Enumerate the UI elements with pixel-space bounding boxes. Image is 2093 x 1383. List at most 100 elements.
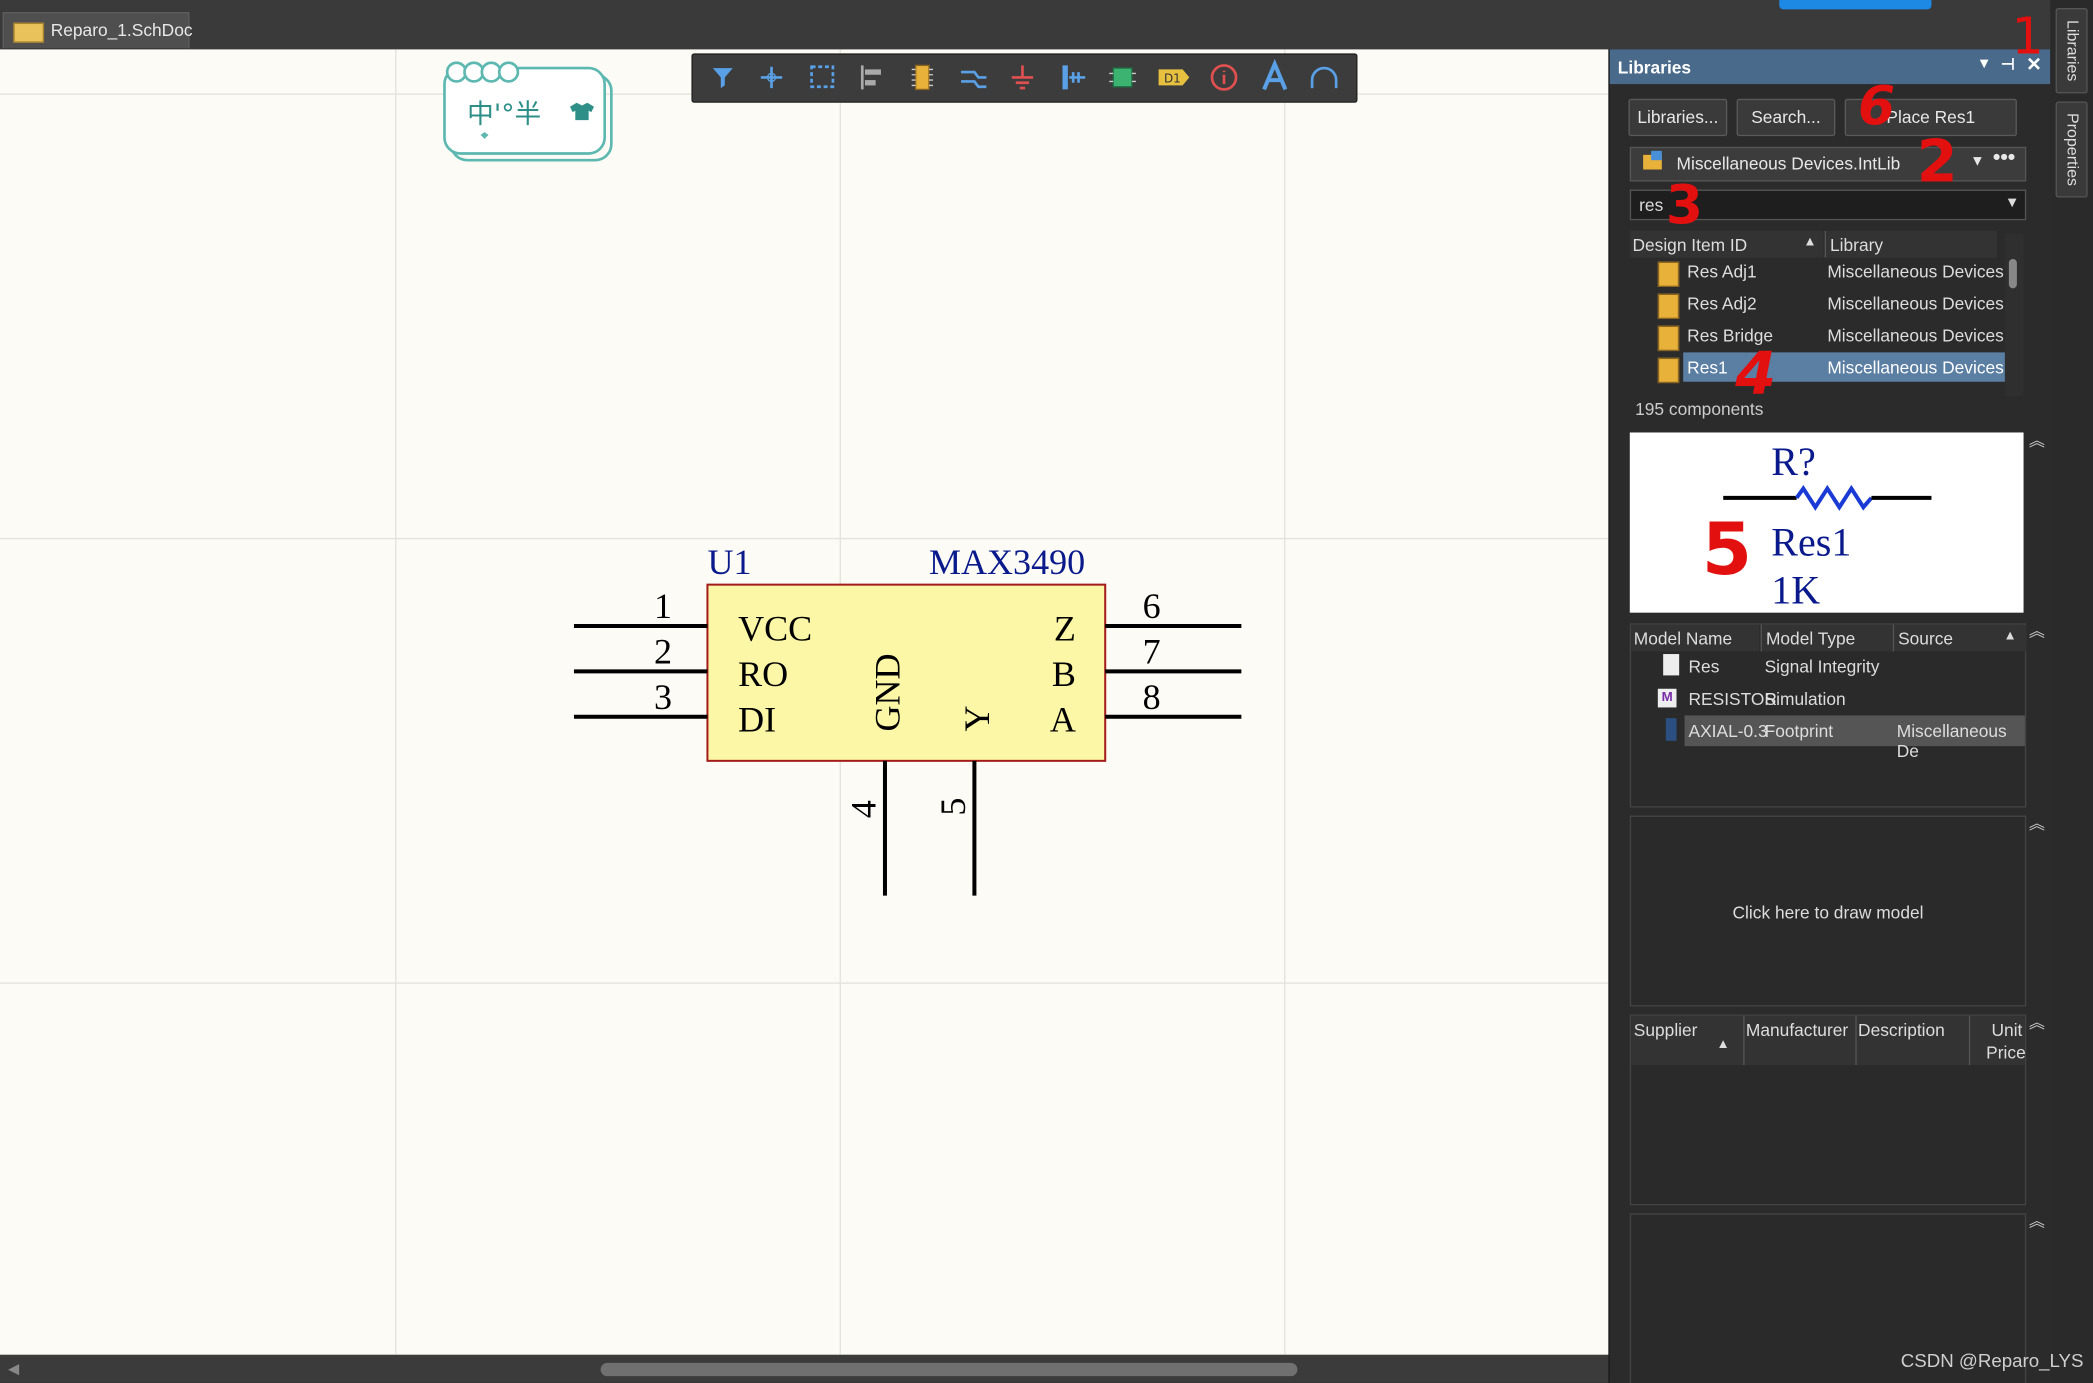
sort-asc-icon: ▲ xyxy=(2003,628,2017,644)
watermark: CSDN @Reparo_LYS xyxy=(1900,1349,2084,1371)
libraries-button[interactable]: Libraries... xyxy=(1628,98,1728,137)
vertical-scrollbar[interactable] xyxy=(2004,233,2024,397)
pin-name: B xyxy=(1052,654,1076,694)
annotation-6: 6 xyxy=(1858,76,1896,138)
scroll-thumb[interactable] xyxy=(2008,258,2017,289)
column-header-label: Model Type xyxy=(1765,628,1856,649)
pin-name: DI xyxy=(738,699,776,739)
side-tab-label: Libraries xyxy=(2063,20,2083,82)
supplier-header-row: Supplier ▲ Manufacturer Description Unit… xyxy=(1631,1015,2026,1066)
column-divider xyxy=(1855,1015,1857,1066)
scroll-thumb[interactable] xyxy=(600,1362,1298,1377)
column-header-design-item-id[interactable]: Design Item ID ▲ xyxy=(1629,230,1824,258)
align-icon[interactable] xyxy=(852,59,892,96)
table-row-selected[interactable]: Res1 Miscellaneous Devices xyxy=(1630,352,2005,384)
model-preview-area[interactable]: Click here to draw model xyxy=(1629,815,2027,1007)
top-blue-button[interactable] xyxy=(1779,0,1932,10)
pin-name: A xyxy=(1050,699,1076,739)
side-tab-libraries[interactable]: Libraries xyxy=(2055,8,2088,94)
column-header-library[interactable]: Library xyxy=(1824,230,1997,258)
panel-title: Libraries xyxy=(1617,57,1692,78)
row-library: Miscellaneous Devices xyxy=(1827,325,2004,346)
arc-icon[interactable] xyxy=(1304,59,1344,96)
chevron-down-icon[interactable]: ▼ xyxy=(1970,154,1985,170)
model-row[interactable]: M RESISTOR Simulation xyxy=(1631,683,2025,715)
net-label-icon-text: D1 xyxy=(1164,72,1181,86)
panel-menu-icon[interactable]: ▼ xyxy=(1977,56,1992,72)
crosshair-icon[interactable] xyxy=(751,59,791,96)
max3490-component[interactable]: U1 MAX3490 1 2 3 VCC RO DI 6 7 8 Z B A 4… xyxy=(0,49,1608,1354)
filter-icon[interactable] xyxy=(702,59,742,96)
sheet-icon[interactable] xyxy=(1103,59,1143,96)
preview-value: 1K xyxy=(1771,567,1820,612)
horizontal-scrollbar[interactable]: ◀ xyxy=(0,1354,1609,1383)
signal-integrity-icon xyxy=(1663,654,1680,676)
table-row[interactable]: Res Adj2 Miscellaneous Devices xyxy=(1630,288,2005,320)
collapse-icon[interactable]: ︽ xyxy=(2029,428,2045,451)
select-rect-icon[interactable] xyxy=(802,59,842,96)
column-header-label: Source xyxy=(1898,628,1954,649)
row-id: Res1 xyxy=(1687,357,1728,378)
model-row[interactable]: Res Signal Integrity xyxy=(1631,651,2025,683)
footprint-icon xyxy=(1665,718,1677,741)
draw-model-text: Click here to draw model xyxy=(1732,902,1924,923)
column-divider xyxy=(1743,1015,1745,1066)
model-type: Signal Integrity xyxy=(1764,656,1880,677)
stamp-text: 中'°半 xyxy=(467,99,541,130)
column-header-unit[interactable]: Unit xyxy=(1992,1020,2023,1040)
model-name: Res xyxy=(1688,656,1720,677)
side-tab-strip: Libraries Properties xyxy=(2050,0,2093,1383)
row-library: Miscellaneous Devices xyxy=(1827,357,2004,378)
row-id: Res Adj2 xyxy=(1687,293,1757,314)
text-icon[interactable] xyxy=(1255,58,1295,96)
component-icon xyxy=(1657,357,1680,384)
net-label-icon[interactable]: D1 xyxy=(1153,59,1193,96)
wire-icon[interactable] xyxy=(953,59,993,96)
table-row[interactable]: Res Adj1 Miscellaneous Devices xyxy=(1630,256,2005,288)
column-header-source[interactable]: Source ▲ xyxy=(1892,624,2027,652)
row-library: Miscellaneous Devices xyxy=(1827,261,2004,282)
annotation-2: 2 xyxy=(1916,128,1958,197)
component-icon xyxy=(1657,293,1680,320)
model-type: Simulation xyxy=(1764,688,1846,709)
pin-name: VCC xyxy=(738,609,812,649)
supplier-section: Supplier ▲ Manufacturer Description Unit… xyxy=(1629,1014,2027,1206)
side-tab-properties[interactable]: Properties xyxy=(2055,101,2088,198)
info-icon[interactable] xyxy=(1204,59,1244,96)
column-divider xyxy=(1968,1015,1971,1066)
collapse-icon[interactable]: ︽ xyxy=(2029,1209,2045,1232)
column-header-description[interactable]: Description xyxy=(1858,1020,1945,1040)
search-button[interactable]: Search... xyxy=(1736,98,1836,137)
table-row[interactable]: Res Bridge Miscellaneous Devices xyxy=(1630,320,2005,352)
libraries-panel: Libraries ▼ ⊣ ✕ Libraries... Search... P… xyxy=(1608,49,2051,1383)
model-source: Miscellaneous De xyxy=(1896,720,2007,761)
pin-number: 6 xyxy=(1143,586,1161,626)
side-tab-label: Properties xyxy=(2063,112,2083,186)
part-icon[interactable] xyxy=(902,59,942,96)
document-tab[interactable]: Reparo_1.SchDoc xyxy=(2,12,193,49)
model-row[interactable]: AXIAL-0.3 Footprint Miscellaneous De xyxy=(1631,715,2025,761)
collapse-icon[interactable]: ︽ xyxy=(2029,1010,2045,1033)
column-header-price[interactable]: Price xyxy=(1986,1042,2026,1062)
column-header-model-type[interactable]: Model Type xyxy=(1760,624,1893,652)
models-section: Model Name Model Type Source ▲ Res Signal… xyxy=(1629,623,2027,808)
gnd-icon[interactable] xyxy=(1002,59,1042,96)
symbol-preview[interactable]: R? Res1 1K xyxy=(1629,432,2024,613)
table-row-partial xyxy=(1630,382,2005,393)
pin-number: 1 xyxy=(654,586,672,626)
schematic-canvas[interactable]: U1 MAX3490 1 2 3 VCC RO DI 6 7 8 Z B A 4… xyxy=(0,49,1609,1355)
pin-number: 8 xyxy=(1143,677,1161,717)
collapse-icon[interactable]: ︽ xyxy=(2029,619,2045,642)
chevron-down-icon[interactable]: ▼ xyxy=(2005,195,2020,211)
column-header-supplier[interactable]: Supplier xyxy=(1634,1020,1698,1040)
active-bar-toolbar: D1 xyxy=(691,53,1358,103)
more-icon[interactable]: ••• xyxy=(1993,147,2015,171)
column-header-model-name[interactable]: Model Name xyxy=(1631,624,1760,652)
preview-designator: R? xyxy=(1771,439,1815,484)
scroll-left-icon[interactable]: ◀ xyxy=(8,1360,19,1377)
collapse-icon[interactable]: ︽ xyxy=(2029,812,2045,835)
pin-number: 2 xyxy=(654,631,672,671)
component-designator: U1 xyxy=(707,542,751,582)
bus-icon[interactable] xyxy=(1053,59,1093,96)
column-header-manufacturer[interactable]: Manufacturer xyxy=(1746,1020,1848,1040)
